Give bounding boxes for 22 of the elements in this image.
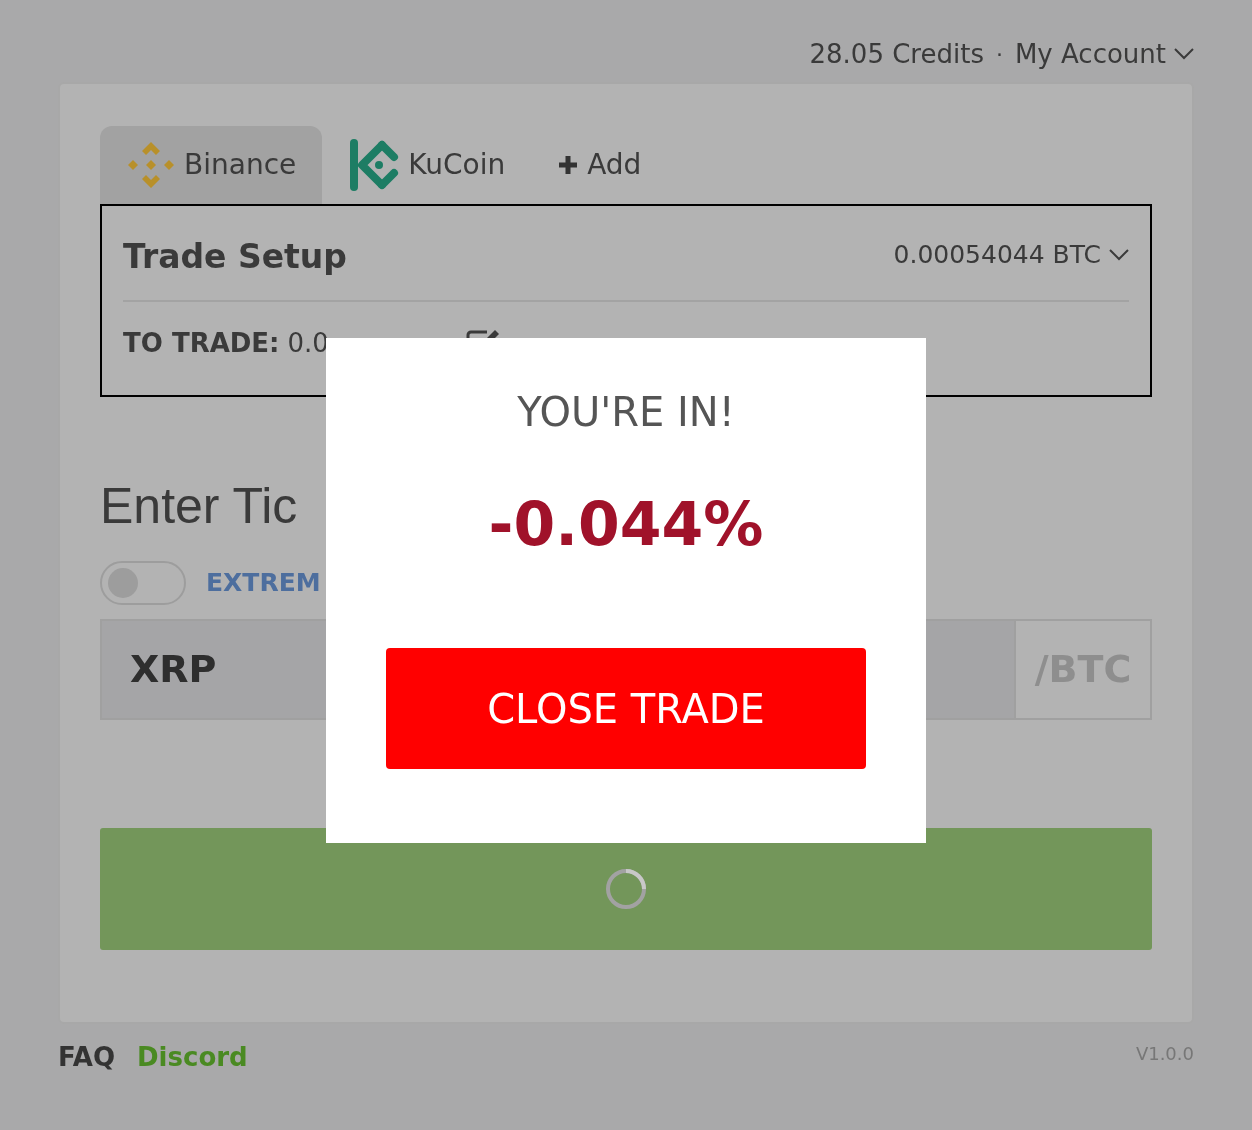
plus-icon bbox=[557, 154, 580, 176]
exchange-tab[interactable]: KuCoin bbox=[322, 126, 532, 204]
credits-text: 28.05 Credits bbox=[809, 37, 984, 71]
section-title: Trade Setup bbox=[123, 236, 347, 278]
separator-text: · bbox=[995, 40, 1003, 69]
diamond-logo-icon bbox=[126, 140, 176, 190]
spinner-icon bbox=[604, 867, 648, 911]
account-menu[interactable]: My Account bbox=[1014, 34, 1194, 74]
modal-title: YOU'RE IN! bbox=[517, 388, 735, 437]
result-percent: -0.044% bbox=[488, 494, 764, 554]
footer-link[interactable]: FAQ bbox=[58, 1038, 115, 1077]
submit-button[interactable] bbox=[100, 828, 1152, 950]
ticker-heading: Enter Tic bbox=[100, 478, 298, 534]
exchange-tab[interactable]: Binance bbox=[100, 126, 323, 204]
chevron-down-icon bbox=[1109, 248, 1129, 261]
chevron-down-icon bbox=[1174, 48, 1194, 60]
k-logo-icon bbox=[348, 137, 401, 193]
toggle-label: EXTREM bbox=[206, 567, 321, 600]
balance-dropdown[interactable]: 0.00054044 BTC bbox=[893, 232, 1129, 274]
close-trade-button[interactable]: CLOSE TRADE bbox=[386, 648, 866, 769]
exchange-tab[interactable]: Add bbox=[531, 126, 668, 204]
to-trade-label: TO TRADE: bbox=[123, 326, 280, 360]
